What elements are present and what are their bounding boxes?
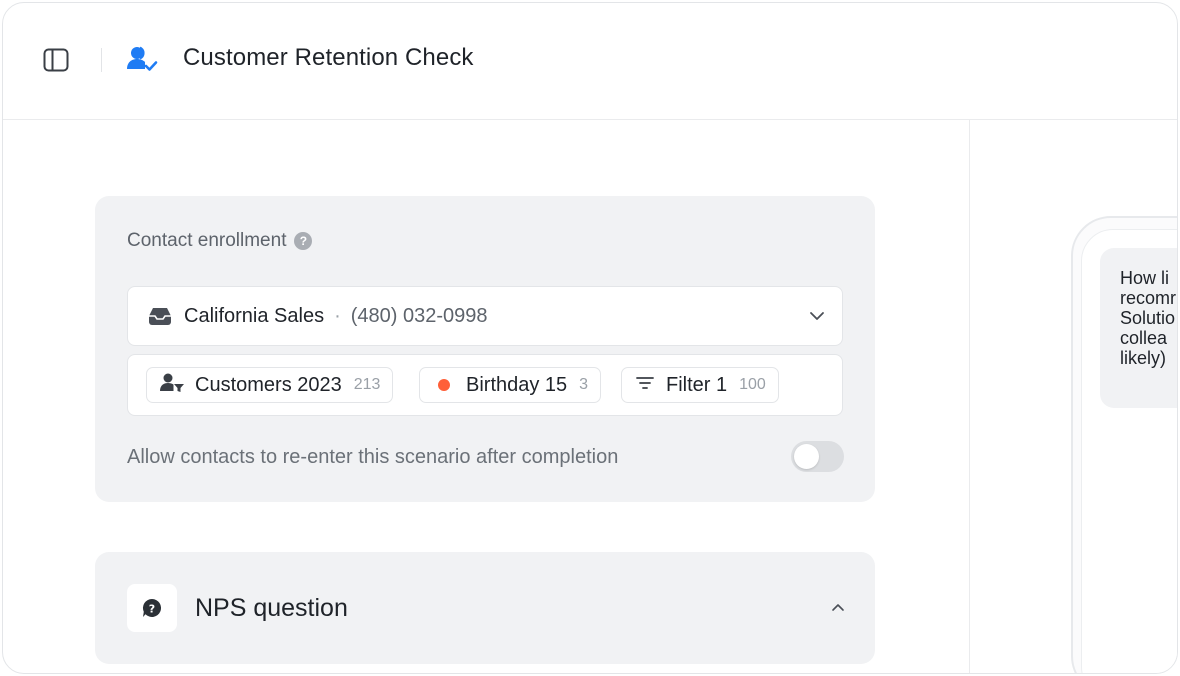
segment-chip-filter-1[interactable]: Filter 1 100 [621,367,779,403]
question-circle-icon[interactable]: ? [294,232,313,250]
filter-lines-icon [634,374,656,397]
segment-label: Filter 1 [666,373,728,396]
svg-text:?: ? [149,603,155,616]
inbox-name: California Sales [184,304,325,327]
message-line: How li [1120,268,1170,288]
message-line: collea [1120,328,1168,348]
page-title: Customer Retention Check [183,44,474,71]
segment-label: Birthday 15 [466,373,568,396]
user-filter-icon [159,373,185,398]
toggle-knob [794,444,819,469]
inbox-icon [148,306,172,326]
user-check-icon [125,45,159,75]
segment-count: 100 [739,376,766,393]
segment-chip-birthday-15[interactable]: Birthday 15 3 [419,367,602,403]
chat-question-icon: ? [127,584,177,632]
message-text: How li recomr Solutio collea likely) [1120,268,1177,368]
sidebar-panel-icon[interactable] [41,45,71,75]
reenter-label: Allow contacts to re-enter this scenario… [127,446,619,468]
chevron-down-icon[interactable] [806,305,828,327]
segment-count: 213 [353,376,381,393]
inbox-separator: · [334,304,341,327]
segment-chip-customers-2023[interactable]: Customers 2023 213 [146,367,394,403]
header: Customer Retention Check [3,3,1177,120]
message-bubble: How li recomr Solutio collea likely) [1100,248,1177,408]
nps-question-title: NPS question [195,594,348,622]
inbox-select[interactable]: California Sales · (480) 032-0998 [127,286,843,346]
contact-enrollment-card: Contact enrollment ? California Sales · … [95,196,875,502]
contact-enrollment-title: Contact enrollment [127,230,287,251]
nps-question-section[interactable]: ? NPS question [95,552,875,664]
header-divider [101,48,102,72]
app-window: Customer Retention Check Contact enrollm… [2,2,1178,674]
segment-count: 3 [579,376,589,393]
message-line: likely) [1120,348,1167,368]
segment-chips: Customers 2023 213 Birthday 15 3 Filter … [127,354,843,416]
message-line: Solutio [1120,308,1176,328]
panel-divider [969,120,970,673]
inbox-phone: (480) 032-0998 [350,304,488,327]
segment-label: Customers 2023 [195,373,342,396]
message-line: recomr [1120,288,1177,308]
contact-enrollment-heading: Contact enrollment ? [127,230,313,252]
chevron-up-icon[interactable] [827,596,849,618]
reenter-toggle[interactable] [791,441,844,472]
red-dot-icon [438,379,450,391]
